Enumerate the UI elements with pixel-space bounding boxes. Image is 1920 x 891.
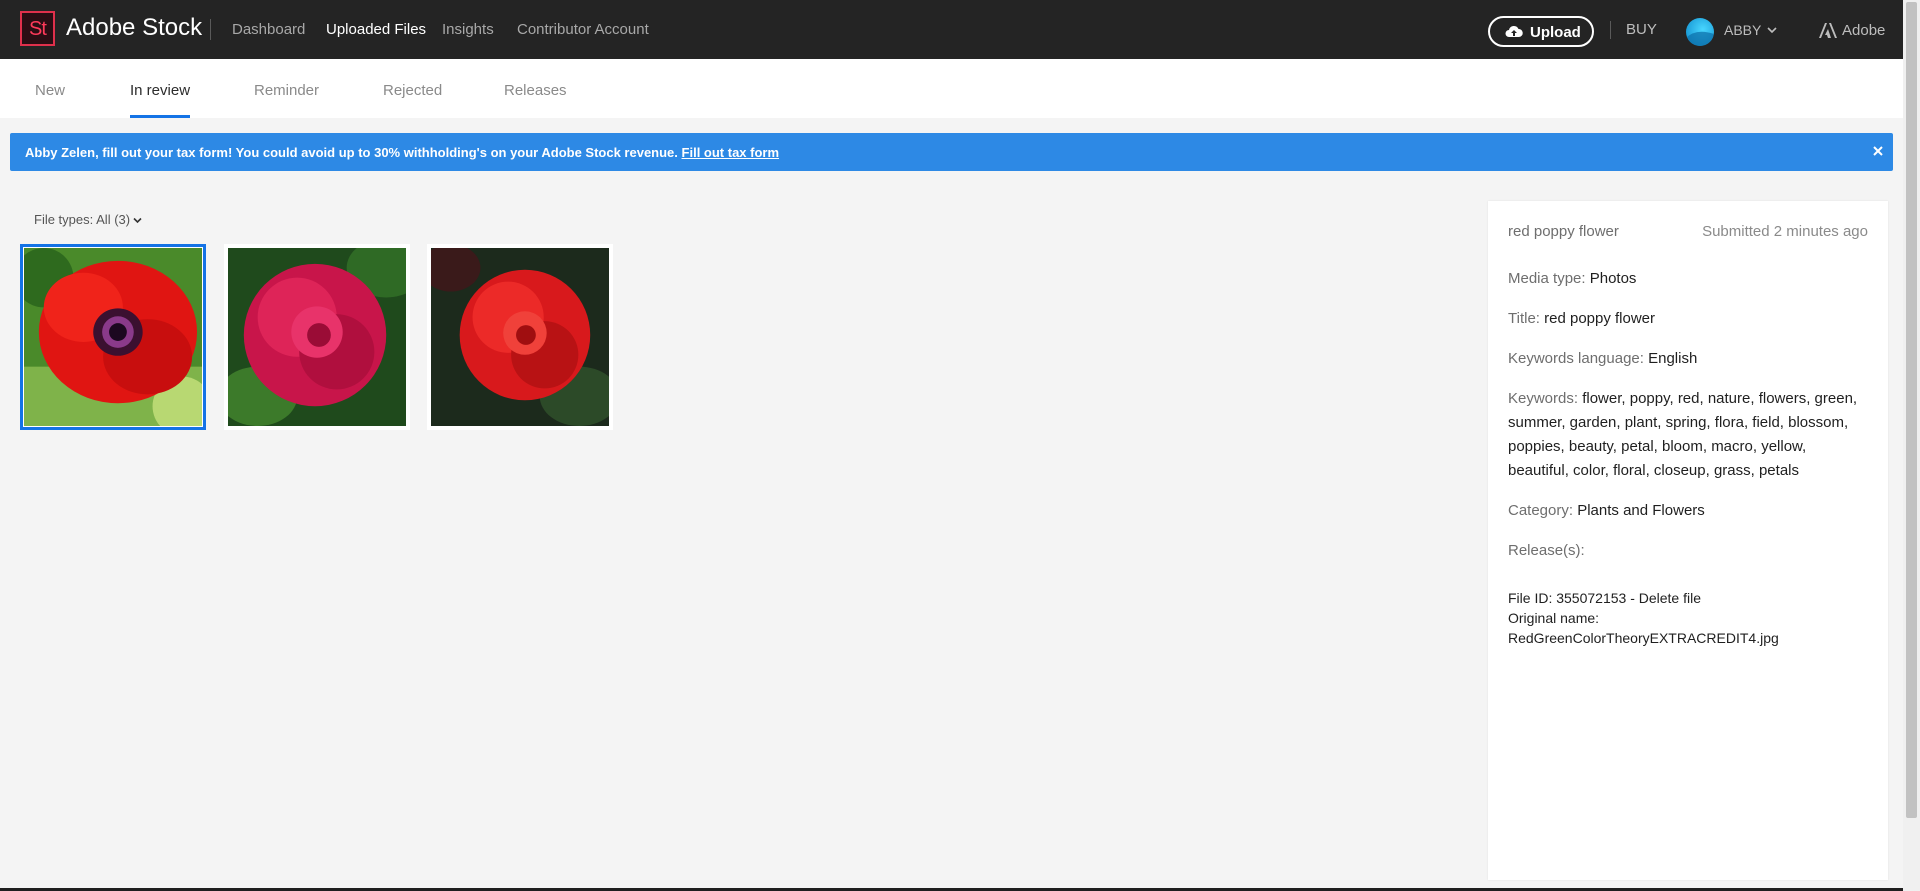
nav-insights[interactable]: Insights: [442, 21, 494, 38]
details-title: red poppy flower: [1508, 223, 1619, 240]
avatar[interactable]: [1686, 18, 1714, 46]
tax-form-banner: Abby Zelen, fill out your tax form! You …: [10, 133, 1893, 171]
releases-label: Release(s):: [1508, 542, 1585, 559]
user-menu[interactable]: ABBY: [1724, 22, 1761, 38]
upload-label: Upload: [1530, 24, 1581, 41]
category-value: Plants and Flowers: [1577, 502, 1705, 519]
tab-releases[interactable]: Releases: [504, 82, 567, 99]
avatar-image: [1686, 31, 1714, 46]
file-details-panel: red poppy flower Submitted 2 minutes ago…: [1488, 201, 1888, 880]
upload-button[interactable]: Upload: [1488, 16, 1594, 47]
adobe-logo-icon: [1819, 23, 1837, 38]
tab-reminder[interactable]: Reminder: [254, 82, 319, 99]
media-type-label: Media type:: [1508, 270, 1586, 287]
status-tabs: New In review Reminder Rejected Releases: [0, 59, 1903, 118]
chevron-down-icon: [133, 217, 142, 224]
file-id-row: File ID: 355072153 - Delete file: [1508, 588, 1701, 608]
thumbnail-pink-rose[interactable]: [224, 244, 410, 430]
adobe-stock-logo[interactable]: St: [20, 11, 55, 46]
banner-message-container: Abby Zelen, fill out your tax form! You …: [25, 145, 779, 160]
active-tab-indicator: [130, 115, 190, 118]
brand-name[interactable]: Adobe Stock: [66, 14, 202, 42]
nav-uploaded-files[interactable]: Uploaded Files: [326, 21, 426, 38]
banner-message: Abby Zelen, fill out your tax form! You …: [25, 145, 678, 160]
media-type-value: Photos: [1589, 270, 1637, 287]
keywords-label: Keywords:: [1508, 390, 1579, 407]
tab-rejected[interactable]: Rejected: [383, 82, 442, 99]
category-label: Category:: [1508, 502, 1574, 519]
file-types-label: File types: All (3): [34, 212, 131, 227]
releases-row: Release(s):: [1508, 539, 1868, 563]
keywords-language-row: Keywords language: English: [1508, 347, 1868, 371]
poppy-image: [24, 248, 202, 426]
media-type-row: Media type: Photos: [1508, 267, 1868, 291]
keywords-row: Keywords: flower, poppy, red, nature, fl…: [1508, 387, 1868, 483]
red-rose-image: [431, 248, 609, 426]
title-value: red poppy flower: [1544, 310, 1656, 327]
submitted-time: Submitted 2 minutes ago: [1702, 223, 1868, 240]
delete-file-link[interactable]: Delete file: [1639, 590, 1701, 606]
scrollbar-thumb[interactable]: [1906, 2, 1917, 818]
chevron-down-icon[interactable]: [1767, 26, 1777, 34]
buy-link[interactable]: BUY: [1626, 21, 1657, 38]
divider: [1610, 21, 1611, 39]
nav-dashboard[interactable]: Dashboard: [232, 21, 305, 38]
divider: [210, 19, 211, 40]
fill-tax-form-link[interactable]: Fill out tax form: [682, 145, 780, 160]
top-navigation-bar: St Adobe Stock Dashboard Uploaded Files …: [0, 0, 1903, 59]
category-row: Category: Plants and Flowers: [1508, 499, 1868, 523]
title-label: Title:: [1508, 310, 1540, 327]
thumbnail-red-rose[interactable]: [427, 244, 613, 430]
title-row: Title: red poppy flower: [1508, 307, 1868, 331]
keywords-language-label: Keywords language:: [1508, 350, 1644, 367]
tab-in-review[interactable]: In review: [130, 82, 190, 99]
keywords-language-value: English: [1648, 350, 1698, 367]
pink-rose-image: [228, 248, 406, 426]
file-id: File ID: 355072153 -: [1508, 590, 1639, 606]
cloud-upload-icon: [1505, 25, 1523, 37]
adobe-link[interactable]: Adobe: [1842, 22, 1885, 39]
original-name-value: RedGreenColorTheoryEXTRACREDIT4.jpg: [1508, 630, 1779, 646]
nav-contributor-account[interactable]: Contributor Account: [517, 21, 649, 38]
original-name-label: Original name:: [1508, 610, 1600, 626]
thumbnail-red-poppy[interactable]: [20, 244, 206, 430]
file-types-filter[interactable]: File types: All (3): [34, 212, 142, 227]
tab-new[interactable]: New: [35, 82, 65, 99]
close-icon[interactable]: [1871, 144, 1885, 158]
logo-text: St: [29, 18, 47, 40]
